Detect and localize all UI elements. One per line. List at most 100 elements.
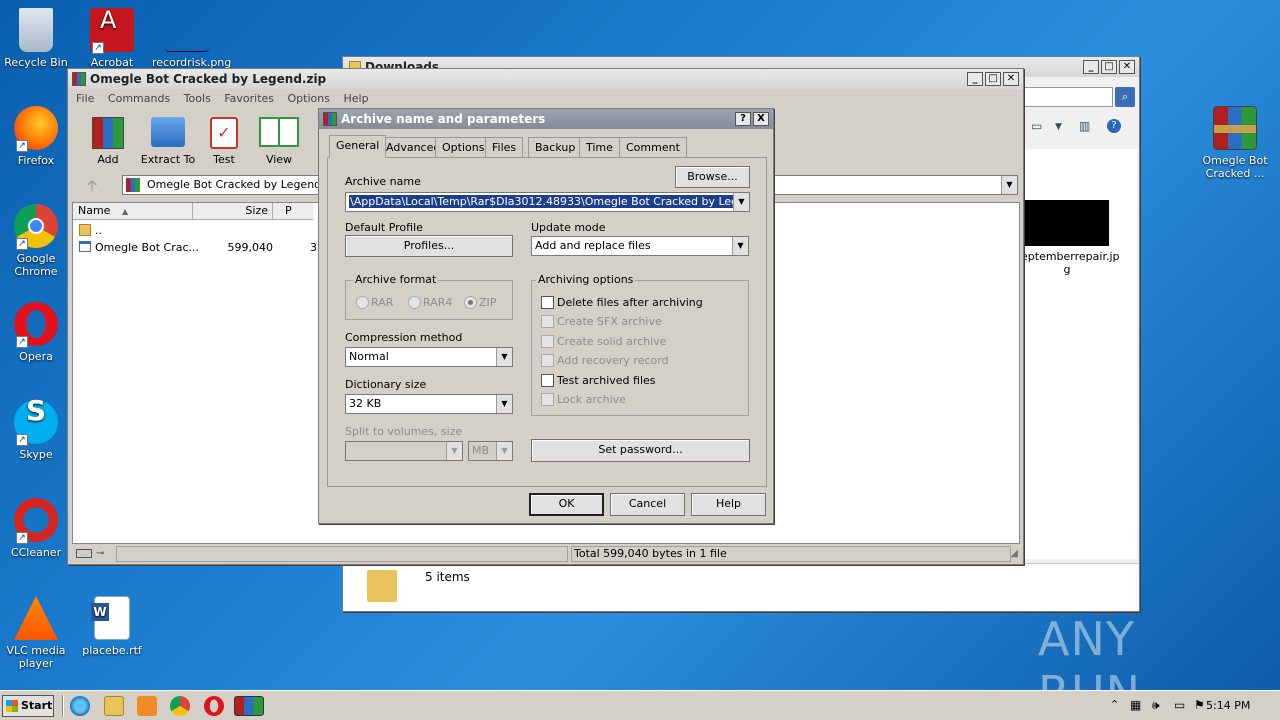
- media-player-icon[interactable]: [137, 696, 157, 716]
- up-folder-button[interactable]: 🡡: [78, 175, 106, 195]
- column-header-packed[interactable]: P: [273, 203, 313, 220]
- desktop-icon-chrome[interactable]: ↗ Google Chrome: [1, 204, 71, 278]
- profiles-button[interactable]: Profiles...: [345, 235, 513, 257]
- desktop-icon-placebe[interactable]: W placebe.rtf: [77, 596, 147, 657]
- image-thumbnail[interactable]: [1025, 200, 1109, 246]
- archive-dialog[interactable]: Archive name and parameters ? X General …: [318, 108, 774, 524]
- dialog-titlebar[interactable]: Archive name and parameters ? X: [319, 109, 773, 129]
- toolbar-extract[interactable]: Extract To: [138, 117, 198, 166]
- compression-select[interactable]: Normal ▼: [345, 347, 513, 367]
- start-button[interactable]: Start: [2, 695, 54, 717]
- format-zip-radio[interactable]: ZIP: [463, 296, 496, 309]
- split-unit-select[interactable]: MB ▼: [468, 441, 513, 461]
- tab-comment[interactable]: Comment: [619, 137, 687, 157]
- ok-button[interactable]: OK: [529, 493, 604, 516]
- lock-archive-checkbox[interactable]: Lock archive: [539, 393, 626, 406]
- close-icon[interactable]: X: [753, 112, 769, 126]
- desktop-icon-label: Recycle Bin: [4, 56, 68, 69]
- explorer-search-box[interactable]: [1023, 87, 1113, 107]
- clock[interactable]: 5:14 PM: [1206, 699, 1250, 712]
- internet-explorer-icon[interactable]: [70, 696, 90, 716]
- winrar-icon: [72, 72, 86, 86]
- network-icon[interactable]: ▦: [1130, 698, 1141, 712]
- help-button[interactable]: Help: [691, 493, 766, 516]
- desktop-icon-omegle-bot[interactable]: Omegle Bot Cracked ...: [1200, 106, 1270, 180]
- status-left: [116, 546, 568, 562]
- toolbar-test[interactable]: ✓ Test: [204, 117, 244, 166]
- minimize-button[interactable]: _: [967, 72, 983, 86]
- archive-name-field[interactable]: \AppData\Local\Temp\Rar$DIa3012.48933\Om…: [345, 192, 750, 212]
- create-solid-checkbox[interactable]: Create solid archive: [539, 335, 666, 348]
- browse-button[interactable]: Browse...: [675, 166, 750, 188]
- desktop-icon-opera[interactable]: ↗ Opera: [1, 302, 71, 363]
- menu-favorites[interactable]: Favorites: [224, 92, 274, 105]
- tray-expand-icon[interactable]: ⌃: [1110, 698, 1119, 711]
- help-icon[interactable]: ?: [1107, 119, 1121, 133]
- chevron-down-icon[interactable]: ▼: [446, 442, 462, 460]
- menu-commands[interactable]: Commands: [108, 92, 170, 105]
- tab-options[interactable]: Options: [435, 137, 492, 157]
- column-header-name[interactable]: Name ▲: [73, 203, 193, 220]
- test-files-checkbox[interactable]: Test archived files: [539, 374, 656, 387]
- anyrun-watermark: ANY RUN: [1038, 612, 1238, 720]
- update-mode-select[interactable]: Add and replace files ▼: [531, 236, 749, 256]
- path-value: Omegle Bot Cracked by Legend.zip: [147, 178, 341, 191]
- winrar-titlebar[interactable]: Omegle Bot Cracked by Legend.zip _ □ ✕: [68, 69, 1023, 89]
- action-center-flag-icon[interactable]: ⚑: [1194, 698, 1205, 712]
- opera-icon[interactable]: [204, 696, 224, 716]
- desktop-icon-recordrisk[interactable]: recordrisk.png: [152, 8, 231, 69]
- maximize-button[interactable]: □: [985, 72, 1001, 86]
- chrome-icon[interactable]: [170, 696, 190, 716]
- chevron-down-icon[interactable]: ▼: [496, 442, 512, 460]
- menu-options[interactable]: Options: [288, 92, 330, 105]
- split-size-select[interactable]: ▼: [345, 441, 463, 461]
- chevron-down-icon[interactable]: ▼: [496, 395, 512, 413]
- format-rar-radio[interactable]: RAR: [355, 296, 393, 309]
- desktop-icon-acrobat[interactable]: A ↗ Acrobat: [77, 8, 147, 69]
- desktop-icon-recycle-bin[interactable]: Recycle Bin: [1, 8, 71, 69]
- create-sfx-checkbox[interactable]: Create SFX archive: [539, 315, 662, 328]
- table-row[interactable]: ..: [75, 223, 325, 239]
- tab-general[interactable]: General: [329, 135, 387, 158]
- desktop-icon-skype[interactable]: S ↗ Skype: [1, 397, 71, 461]
- chevron-down-icon[interactable]: ▼: [733, 193, 749, 211]
- help-icon[interactable]: ?: [735, 112, 751, 126]
- chevron-down-icon[interactable]: ▼: [1001, 176, 1017, 194]
- tab-backup[interactable]: Backup: [528, 137, 583, 157]
- format-rar4-radio[interactable]: RAR4: [407, 296, 452, 309]
- tab-time[interactable]: Time: [579, 137, 620, 157]
- winrar-taskbar-icon[interactable]: [234, 696, 264, 716]
- dictionary-select[interactable]: 32 KB ▼: [345, 394, 513, 414]
- close-button[interactable]: ✕: [1119, 60, 1135, 74]
- tab-files[interactable]: Files: [485, 137, 524, 157]
- close-button[interactable]: ✕: [1003, 72, 1019, 86]
- menu-tools[interactable]: Tools: [184, 92, 211, 105]
- minimize-button[interactable]: _: [1083, 60, 1099, 74]
- table-row[interactable]: Omegle Bot Crac... 599,040 32: [75, 240, 325, 256]
- cancel-button[interactable]: Cancel: [610, 493, 685, 516]
- view-options-icon[interactable]: ▭: [1031, 119, 1042, 133]
- toolbar-add[interactable]: Add: [86, 117, 130, 166]
- file-explorer-icon[interactable]: [104, 696, 124, 716]
- maximize-button[interactable]: □: [1101, 60, 1117, 74]
- search-icon[interactable]: ⌕: [1115, 87, 1135, 107]
- delete-files-checkbox[interactable]: Delete files after archiving: [539, 296, 703, 309]
- row-name: Omegle Bot Crac...: [95, 241, 200, 254]
- desktop-icon-vlc[interactable]: VLC media player: [1, 596, 71, 670]
- preview-pane-icon[interactable]: ▥: [1079, 119, 1090, 133]
- desktop-icon-ccleaner[interactable]: ↗ CCleaner: [1, 498, 71, 559]
- desktop-icon-firefox[interactable]: ↗ Firefox: [1, 106, 71, 167]
- menu-help[interactable]: Help: [343, 92, 368, 105]
- set-password-button[interactable]: Set password...: [531, 439, 750, 462]
- recovery-record-checkbox[interactable]: Add recovery record: [539, 354, 669, 367]
- power-icon[interactable]: ▭: [1174, 698, 1185, 712]
- chevron-down-icon[interactable]: ▼: [1055, 122, 1062, 132]
- toolbar-view[interactable]: View: [256, 117, 302, 166]
- volume-icon[interactable]: 🕪: [1152, 698, 1160, 713]
- chevron-down-icon[interactable]: ▼: [732, 237, 748, 255]
- column-header-size[interactable]: Size: [193, 203, 273, 220]
- resize-grip-icon[interactable]: ◢: [1010, 548, 1018, 559]
- desktop-icon-label: VLC media player: [6, 644, 66, 670]
- menu-file[interactable]: File: [76, 92, 94, 105]
- chevron-down-icon[interactable]: ▼: [496, 348, 512, 366]
